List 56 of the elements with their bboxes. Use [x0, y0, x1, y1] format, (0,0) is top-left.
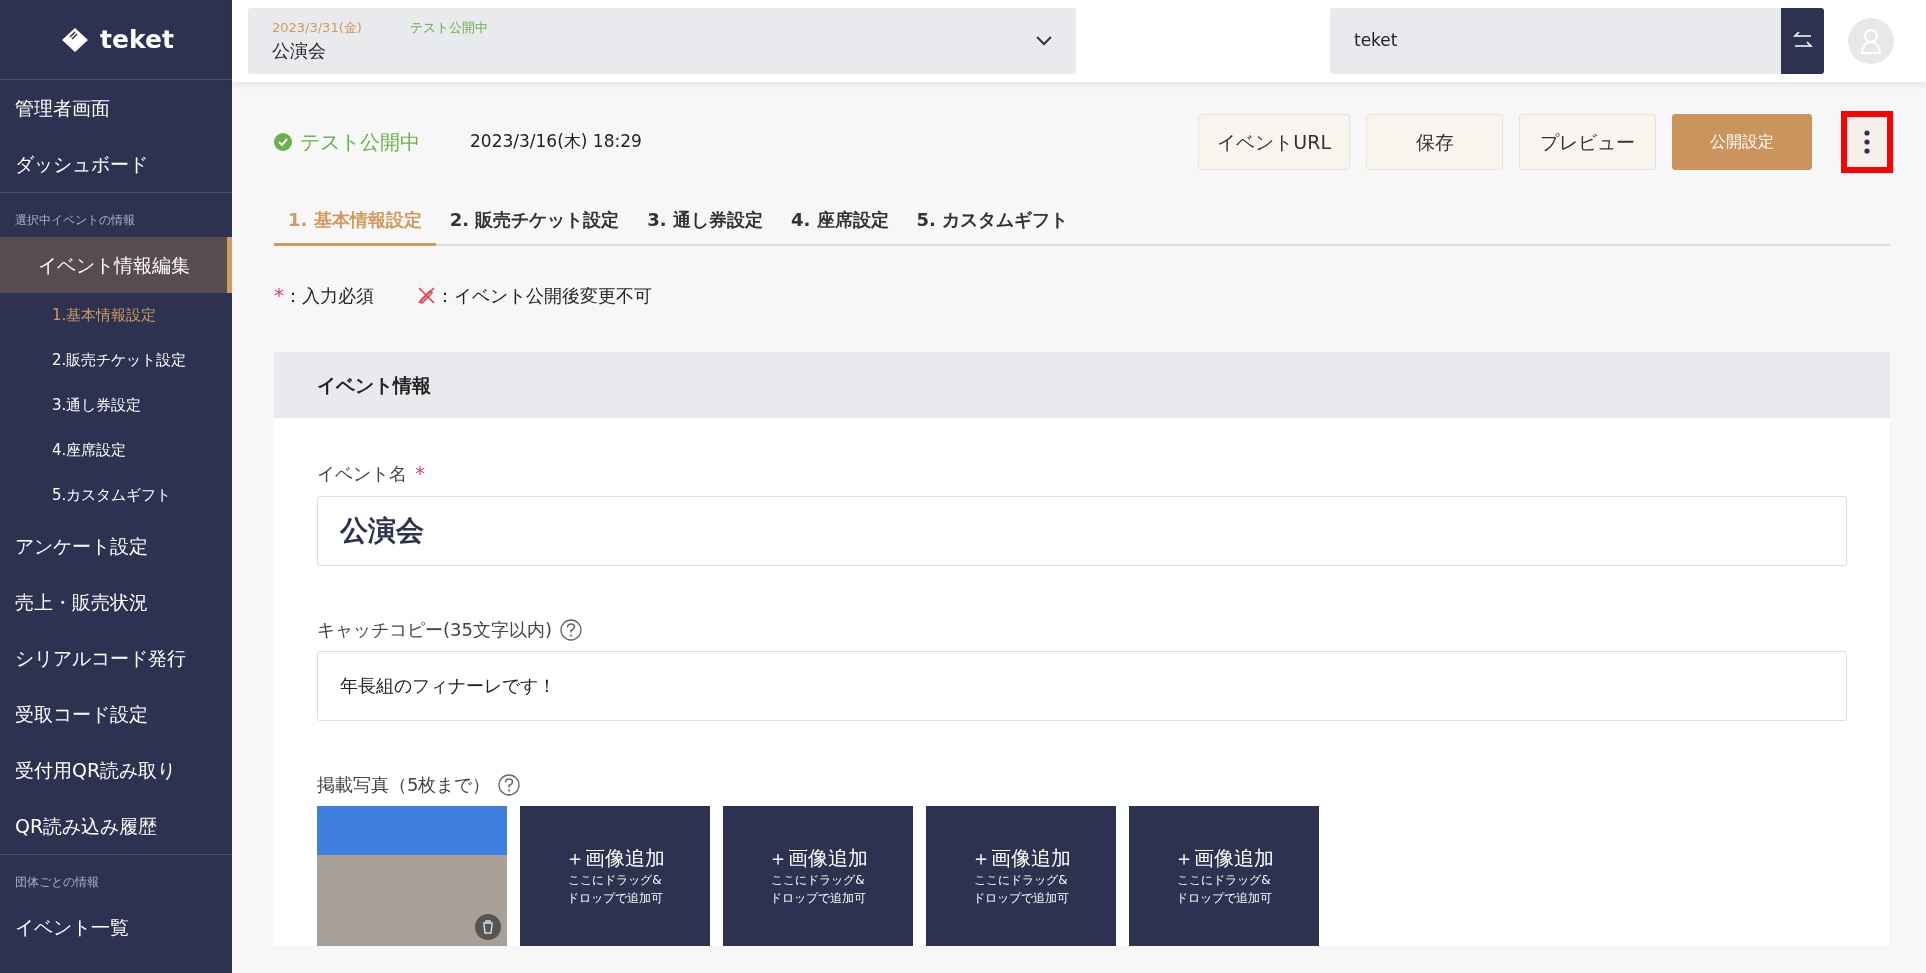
field-label: 掲載写真（5枚まで）: [317, 773, 491, 797]
input-field[interactable]: 年長組のフィナーレです！: [317, 651, 1847, 721]
check-circle-icon: [274, 133, 292, 151]
organization-field[interactable]: teket: [1330, 8, 1781, 74]
add-image-button[interactable]: ＋画像追加 ここにドラッグ& ドロップで追加可: [926, 806, 1116, 946]
action-button[interactable]: プレビュー: [1519, 114, 1656, 170]
chevron-down-icon: [1036, 36, 1052, 46]
crossed-pen-icon: [416, 285, 436, 305]
sidebar-item[interactable]: 受取コード設定: [0, 686, 232, 742]
more-menu-button[interactable]: [1844, 114, 1890, 170]
event-status: テスト公開中: [409, 18, 488, 37]
section-heading: 団体ごとの情報: [14, 874, 100, 891]
field-label: キャッチコピー(35文字以内): [317, 618, 552, 642]
required-mark: *: [415, 460, 425, 487]
action-button[interactable]: イベントURL: [1198, 114, 1350, 170]
sidebar-item[interactable]: 受付用QR読み取り: [0, 742, 232, 798]
sidebar-item[interactable]: イベント情報編集: [0, 237, 232, 293]
legend-text: ：入力必須: [284, 283, 374, 308]
tab[interactable]: 4. 座席設定: [776, 198, 903, 246]
sidebar-item[interactable]: アンケート設定: [0, 518, 232, 574]
publish-status: テスト公開中: [300, 129, 420, 156]
required-mark: *: [274, 282, 284, 309]
section-heading: 選択中イベントの情報: [14, 212, 136, 229]
field-label: イベント名: [317, 461, 407, 486]
tab[interactable]: 2. 販売チケット設定: [435, 198, 634, 246]
legend-text: ：イベント公開後変更不可: [436, 283, 652, 308]
action-button[interactable]: 保存: [1366, 114, 1503, 170]
sidebar-subitem[interactable]: 3.通し券設定: [0, 383, 232, 428]
sidebar-item[interactable]: 管理者画面: [0, 80, 232, 136]
swap-arrows-icon: [1792, 32, 1813, 50]
input-field[interactable]: 公演会: [317, 496, 1847, 566]
sidebar-item[interactable]: ダッシュボード: [0, 136, 232, 192]
sidebar-subitem[interactable]: 2.販売チケット設定: [0, 338, 232, 383]
sidebar-subitem[interactable]: 4.座席設定: [0, 428, 232, 473]
event-name: 公演会: [272, 39, 327, 64]
add-image-button[interactable]: ＋画像追加 ここにドラッグ& ドロップで追加可: [520, 806, 710, 946]
event-date: 2023/3/31(金): [272, 18, 362, 37]
vertical-dots-icon: [1864, 130, 1870, 154]
sidebar-item[interactable]: イベント一覧: [0, 899, 232, 955]
switch-button[interactable]: [1781, 8, 1824, 74]
tab[interactable]: 5. カスタムギフト: [902, 198, 1083, 246]
add-image-button[interactable]: ＋画像追加 ここにドラッグ& ドロップで追加可: [1129, 806, 1319, 946]
sidebar-subitem[interactable]: 5.カスタムギフト: [0, 473, 232, 518]
event-selector[interactable]: 2023/3/31(金) テスト公開中 公演会: [248, 8, 1076, 74]
sidebar-item[interactable]: QR読み込み履歴: [0, 798, 232, 854]
logo-text: teket: [100, 23, 174, 56]
help-icon[interactable]: [498, 773, 521, 796]
card-header: イベント情報: [274, 352, 1890, 418]
updated-datetime: 2023/3/16(木) 18:29: [470, 130, 642, 154]
add-image-button[interactable]: ＋画像追加 ここにドラッグ& ドロップで追加可: [723, 806, 913, 946]
sidebar-subitem[interactable]: 1.基本情報設定: [0, 293, 232, 338]
sidebar-item[interactable]: 売上・販売状況: [0, 574, 232, 630]
trash-icon[interactable]: [475, 914, 501, 940]
sidebar-item[interactable]: シリアルコード発行: [0, 630, 232, 686]
tab[interactable]: 3. 通し券設定: [633, 198, 777, 246]
help-icon[interactable]: [559, 618, 582, 641]
